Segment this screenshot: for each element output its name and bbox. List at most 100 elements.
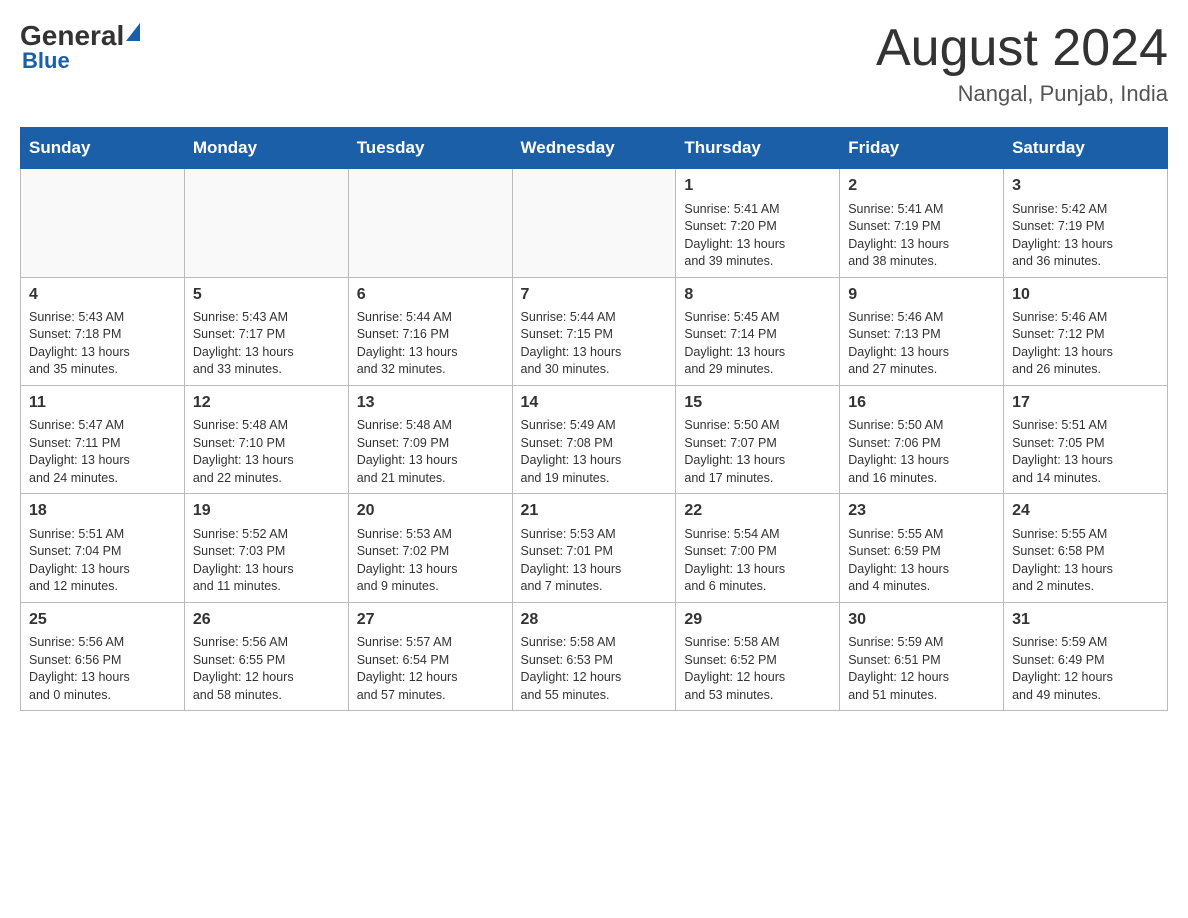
- calendar-cell: 4Sunrise: 5:43 AM Sunset: 7:18 PM Daylig…: [21, 277, 185, 385]
- calendar-cell: 11 Sunrise: 5:47 AM Sunset: 7:11 PM Dayli…: [21, 385, 185, 493]
- day-number: 27: [357, 609, 504, 631]
- day-info: Sunrise: 5:58 AM Sunset: 6:52 PM Dayligh…: [684, 634, 831, 704]
- day-number: 13: [357, 392, 504, 414]
- calendar-cell: 7Sunrise: 5:44 AM Sunset: 7:15 PM Daylig…: [512, 277, 676, 385]
- calendar-week-4: 18Sunrise: 5:51 AM Sunset: 7:04 PM Dayli…: [21, 494, 1168, 602]
- calendar-cell: 22Sunrise: 5:54 AM Sunset: 7:00 PM Dayli…: [676, 494, 840, 602]
- calendar-week-1: 1 Sunrise: 5:41 AM Sunset: 7:20 PM Daylig…: [21, 169, 1168, 277]
- day-info: Sunrise: 5:42 AM Sunset: 7:19 PM Dayligh…: [1012, 201, 1159, 271]
- calendar-cell: 23 Sunrise: 5:55 AM Sunset: 6:59 PM Dayli…: [840, 494, 1004, 602]
- day-info: Sunrise: 5:54 AM Sunset: 7:00 PM Dayligh…: [684, 526, 831, 596]
- header-friday: Friday: [840, 128, 1004, 169]
- day-number: 20: [357, 500, 504, 522]
- header-wednesday: Wednesday: [512, 128, 676, 169]
- calendar-cell: 8 Sunrise: 5:45 AM Sunset: 7:14 PM Daylig…: [676, 277, 840, 385]
- calendar-cell: 30 Sunrise: 5:59 AM Sunset: 6:51 PM Dayli…: [840, 602, 1004, 710]
- day-number: 1: [684, 175, 831, 197]
- day-info: Sunrise: 5:41 AM Sunset: 7:19 PM Dayligh…: [848, 201, 995, 271]
- day-number: 15: [684, 392, 831, 414]
- calendar-cell: 17Sunrise: 5:51 AM Sunset: 7:05 PM Dayli…: [1004, 385, 1168, 493]
- title-block: August 2024 Nangal, Punjab, India: [876, 20, 1168, 107]
- calendar-cell: [512, 169, 676, 277]
- day-number: 2: [848, 175, 995, 197]
- day-number: 8: [684, 284, 831, 306]
- header-thursday: Thursday: [676, 128, 840, 169]
- day-number: 21: [521, 500, 668, 522]
- day-info: Sunrise: 5:48 AM Sunset: 7:09 PM Dayligh…: [357, 417, 504, 487]
- day-info: Sunrise: 5:56 AM Sunset: 6:55 PM Dayligh…: [193, 634, 340, 704]
- day-number: 5: [193, 284, 340, 306]
- day-info: Sunrise: 5:50 AM Sunset: 7:07 PM Dayligh…: [684, 417, 831, 487]
- calendar-cell: 1 Sunrise: 5:41 AM Sunset: 7:20 PM Daylig…: [676, 169, 840, 277]
- day-number: 30: [848, 609, 995, 631]
- day-number: 24: [1012, 500, 1159, 522]
- day-number: 14: [521, 392, 668, 414]
- calendar-cell: 26 Sunrise: 5:56 AM Sunset: 6:55 PM Dayli…: [184, 602, 348, 710]
- calendar-cell: 18Sunrise: 5:51 AM Sunset: 7:04 PM Dayli…: [21, 494, 185, 602]
- day-number: 7: [521, 284, 668, 306]
- calendar-cell: [21, 169, 185, 277]
- day-info: Sunrise: 5:58 AM Sunset: 6:53 PM Dayligh…: [521, 634, 668, 704]
- calendar-week-2: 4Sunrise: 5:43 AM Sunset: 7:18 PM Daylig…: [21, 277, 1168, 385]
- header-saturday: Saturday: [1004, 128, 1168, 169]
- day-number: 29: [684, 609, 831, 631]
- day-number: 10: [1012, 284, 1159, 306]
- calendar-cell: 3Sunrise: 5:42 AM Sunset: 7:19 PM Daylig…: [1004, 169, 1168, 277]
- day-number: 12: [193, 392, 340, 414]
- day-number: 6: [357, 284, 504, 306]
- calendar-cell: 28 Sunrise: 5:58 AM Sunset: 6:53 PM Dayli…: [512, 602, 676, 710]
- calendar-cell: 14 Sunrise: 5:49 AM Sunset: 7:08 PM Dayli…: [512, 385, 676, 493]
- day-number: 11: [29, 392, 176, 414]
- day-info: Sunrise: 5:52 AM Sunset: 7:03 PM Dayligh…: [193, 526, 340, 596]
- day-number: 19: [193, 500, 340, 522]
- day-info: Sunrise: 5:46 AM Sunset: 7:13 PM Dayligh…: [848, 309, 995, 379]
- day-info: Sunrise: 5:49 AM Sunset: 7:08 PM Dayligh…: [521, 417, 668, 487]
- calendar-cell: 19 Sunrise: 5:52 AM Sunset: 7:03 PM Dayli…: [184, 494, 348, 602]
- calendar-week-3: 11 Sunrise: 5:47 AM Sunset: 7:11 PM Dayli…: [21, 385, 1168, 493]
- logo: General Blue: [20, 20, 142, 74]
- day-number: 17: [1012, 392, 1159, 414]
- day-number: 9: [848, 284, 995, 306]
- day-info: Sunrise: 5:41 AM Sunset: 7:20 PM Dayligh…: [684, 201, 831, 271]
- day-info: Sunrise: 5:53 AM Sunset: 7:02 PM Dayligh…: [357, 526, 504, 596]
- day-info: Sunrise: 5:47 AM Sunset: 7:11 PM Dayligh…: [29, 417, 176, 487]
- day-number: 16: [848, 392, 995, 414]
- header-sunday: Sunday: [21, 128, 185, 169]
- day-number: 26: [193, 609, 340, 631]
- calendar-cell: [184, 169, 348, 277]
- calendar-table: Sunday Monday Tuesday Wednesday Thursday…: [20, 127, 1168, 711]
- logo-blue: Blue: [22, 48, 70, 74]
- day-info: Sunrise: 5:53 AM Sunset: 7:01 PM Dayligh…: [521, 526, 668, 596]
- calendar-cell: 13 Sunrise: 5:48 AM Sunset: 7:09 PM Dayli…: [348, 385, 512, 493]
- day-number: 23: [848, 500, 995, 522]
- calendar-cell: [348, 169, 512, 277]
- day-info: Sunrise: 5:48 AM Sunset: 7:10 PM Dayligh…: [193, 417, 340, 487]
- calendar-cell: 24 Sunrise: 5:55 AM Sunset: 6:58 PM Dayli…: [1004, 494, 1168, 602]
- day-info: Sunrise: 5:46 AM Sunset: 7:12 PM Dayligh…: [1012, 309, 1159, 379]
- day-info: Sunrise: 5:56 AM Sunset: 6:56 PM Dayligh…: [29, 634, 176, 704]
- calendar-cell: 29 Sunrise: 5:58 AM Sunset: 6:52 PM Dayli…: [676, 602, 840, 710]
- header-monday: Monday: [184, 128, 348, 169]
- calendar-cell: 9 Sunrise: 5:46 AM Sunset: 7:13 PM Daylig…: [840, 277, 1004, 385]
- day-number: 18: [29, 500, 176, 522]
- calendar-cell: 25Sunrise: 5:56 AM Sunset: 6:56 PM Dayli…: [21, 602, 185, 710]
- calendar-cell: 21 Sunrise: 5:53 AM Sunset: 7:01 PM Dayli…: [512, 494, 676, 602]
- day-info: Sunrise: 5:55 AM Sunset: 6:59 PM Dayligh…: [848, 526, 995, 596]
- location-subtitle: Nangal, Punjab, India: [876, 81, 1168, 107]
- day-info: Sunrise: 5:45 AM Sunset: 7:14 PM Dayligh…: [684, 309, 831, 379]
- day-number: 4: [29, 284, 176, 306]
- calendar-cell: 2 Sunrise: 5:41 AM Sunset: 7:19 PM Daylig…: [840, 169, 1004, 277]
- day-info: Sunrise: 5:59 AM Sunset: 6:51 PM Dayligh…: [848, 634, 995, 704]
- calendar-cell: 31Sunrise: 5:59 AM Sunset: 6:49 PM Dayli…: [1004, 602, 1168, 710]
- day-info: Sunrise: 5:44 AM Sunset: 7:16 PM Dayligh…: [357, 309, 504, 379]
- day-number: 28: [521, 609, 668, 631]
- header-tuesday: Tuesday: [348, 128, 512, 169]
- calendar-header-row: Sunday Monday Tuesday Wednesday Thursday…: [21, 128, 1168, 169]
- day-number: 31: [1012, 609, 1159, 631]
- calendar-cell: 16Sunrise: 5:50 AM Sunset: 7:06 PM Dayli…: [840, 385, 1004, 493]
- day-info: Sunrise: 5:55 AM Sunset: 6:58 PM Dayligh…: [1012, 526, 1159, 596]
- calendar-cell: 6 Sunrise: 5:44 AM Sunset: 7:16 PM Daylig…: [348, 277, 512, 385]
- calendar-cell: 10 Sunrise: 5:46 AM Sunset: 7:12 PM Dayli…: [1004, 277, 1168, 385]
- main-title: August 2024: [876, 20, 1168, 77]
- logo-arrow-icon: [126, 23, 140, 41]
